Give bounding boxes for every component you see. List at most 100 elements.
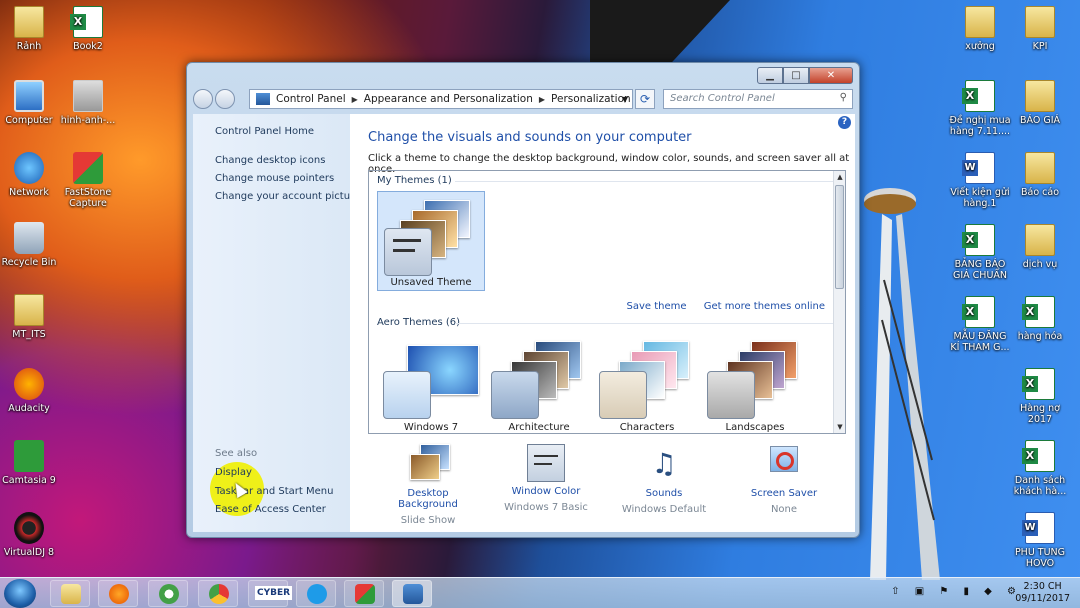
desktop-icon-item[interactable]: xưởng bbox=[948, 6, 1012, 52]
back-button[interactable] bbox=[193, 89, 213, 109]
desktop-icon-item[interactable]: PHU TUNG HOVO bbox=[1008, 512, 1072, 569]
address-bar[interactable]: Control Panel ▶ Appearance and Personali… bbox=[249, 89, 633, 109]
image-file-icon bbox=[73, 80, 103, 112]
control-panel-home-link[interactable]: Control Panel Home bbox=[215, 126, 314, 137]
desktop-icon-item[interactable]: MẪU ĐĂNG KÍ THAM G... bbox=[948, 296, 1012, 353]
change-mouse-pointers-link[interactable]: Change mouse pointers bbox=[215, 173, 334, 184]
scroll-up-icon[interactable]: ▲ bbox=[834, 173, 846, 181]
skype-icon bbox=[307, 584, 327, 604]
word-file-icon bbox=[1022, 512, 1055, 544]
theme-list-scrollbar[interactable]: ▲ ▼ bbox=[833, 171, 845, 433]
search-input[interactable]: Search Control Panel ⚲ bbox=[663, 89, 853, 109]
desktop-background-option[interactable]: Desktop Background Slide Show bbox=[378, 444, 478, 526]
save-theme-link[interactable]: Save theme bbox=[627, 301, 687, 312]
change-account-picture-link[interactable]: Change your account picture bbox=[215, 191, 360, 202]
desktop-icon-item[interactable]: Book2 bbox=[56, 6, 120, 52]
desktop-icon-item[interactable]: MT_ITS bbox=[0, 294, 61, 340]
theme-unsaved[interactable]: Unsaved Theme bbox=[377, 191, 485, 291]
clock-time: 2:30 CH bbox=[1023, 581, 1062, 592]
folder-icon bbox=[14, 294, 44, 326]
theme-windows7[interactable]: Windows 7 bbox=[377, 335, 485, 435]
cyber-taskbar-button[interactable]: CYBER bbox=[248, 580, 293, 607]
desktop-icon-item[interactable]: Audacity bbox=[0, 368, 61, 414]
display-link[interactable]: Display bbox=[215, 467, 252, 478]
desktop-icon-item[interactable]: Đề nghị mua hàng 7.11.... bbox=[948, 80, 1012, 137]
window-color-option[interactable]: Window Color Windows 7 Basic bbox=[496, 444, 596, 513]
recycle-bin-icon bbox=[14, 222, 44, 254]
start-button[interactable] bbox=[4, 579, 36, 608]
desktop-icon-item[interactable]: BẢNG BÁO GIÁ CHUẨN bbox=[948, 224, 1012, 281]
desktop-icon-item[interactable]: dịch vụ bbox=[1008, 224, 1072, 270]
scroll-down-icon[interactable]: ▼ bbox=[834, 423, 846, 431]
desktop-icon-item[interactable]: VirtualDJ 8 bbox=[0, 512, 61, 558]
desktop-icon-label: Camtasia 9 bbox=[2, 475, 56, 486]
desktop-icon-item[interactable]: Computer bbox=[0, 80, 61, 126]
scrollbar-thumb[interactable] bbox=[835, 185, 844, 289]
left-task-pane: Control Panel Home Change desktop icons … bbox=[193, 114, 360, 532]
desktop-icon-item[interactable]: Rảnh bbox=[0, 6, 61, 52]
theme-preview bbox=[705, 339, 805, 419]
chrome-taskbar-button[interactable] bbox=[198, 580, 238, 607]
desktop-icon-item[interactable]: Viết kiện gửi hàng.1 bbox=[948, 152, 1012, 209]
get-more-themes-link[interactable]: Get more themes online bbox=[704, 301, 825, 312]
search-icon[interactable]: ⚲ bbox=[840, 92, 847, 103]
desktop-icon-item[interactable]: hinh-anh-... bbox=[56, 80, 120, 126]
skype-taskbar-button[interactable] bbox=[296, 580, 336, 607]
breadcrumb-appearance[interactable]: Appearance and Personalization bbox=[364, 93, 533, 105]
desktop-icon-item[interactable]: hàng hóa bbox=[1008, 296, 1072, 342]
sounds-option[interactable]: ♫ Sounds Windows Default bbox=[614, 444, 714, 515]
folder-icon bbox=[1025, 152, 1055, 184]
theme-preview bbox=[381, 339, 481, 419]
main-content: ? Change the visuals and sounds on your … bbox=[350, 114, 855, 532]
breadcrumb-control-panel[interactable]: Control Panel bbox=[276, 93, 346, 105]
desktop-icon-item[interactable]: KPI bbox=[1008, 6, 1072, 52]
desktop-icon-item[interactable]: Hàng nợ 2017 bbox=[1008, 368, 1072, 425]
refresh-button[interactable]: ⟳ bbox=[635, 89, 655, 109]
desktop-icon-item[interactable]: BÁO GIÁ bbox=[1008, 80, 1072, 126]
sounds-icon: ♫ bbox=[651, 447, 677, 480]
theme-architecture[interactable]: Architecture bbox=[485, 335, 593, 435]
screen-saver-option[interactable]: Screen Saver None bbox=[734, 444, 834, 515]
theme-label: Characters bbox=[619, 422, 675, 433]
minimize-button[interactable]: ▁ bbox=[757, 67, 783, 84]
desktop-icon-label: BẢNG BÁO GIÁ CHUẨN bbox=[952, 259, 1008, 281]
desktop-icon-label: Danh sách khách hà... bbox=[1013, 475, 1067, 497]
change-desktop-icons-link[interactable]: Change desktop icons bbox=[215, 155, 325, 166]
desktop-icon-label: Hàng nợ 2017 bbox=[1020, 403, 1060, 425]
desktop-background-icon bbox=[406, 444, 450, 484]
desktop-icon-item[interactable]: FastStone Capture bbox=[56, 152, 120, 209]
desktop-icon-label: Audacity bbox=[8, 403, 50, 414]
theme-landscapes[interactable]: Landscapes bbox=[701, 335, 809, 435]
explorer-taskbar-button[interactable] bbox=[50, 580, 90, 607]
help-icon[interactable]: ? bbox=[838, 116, 851, 129]
close-button[interactable]: ✕ bbox=[809, 67, 853, 84]
clock[interactable]: 2:30 CH 09/11/2017 bbox=[1015, 581, 1070, 605]
desktop-icon-item[interactable]: Danh sách khách hà... bbox=[1008, 440, 1072, 497]
desktop-icon-item[interactable]: Recycle Bin bbox=[0, 222, 61, 268]
desktop-icon-item[interactable]: Network bbox=[0, 152, 61, 198]
desktop-icon-label: Computer bbox=[5, 115, 53, 126]
desktop-icon-item[interactable]: Báo cáo bbox=[1008, 152, 1072, 198]
forward-button[interactable] bbox=[215, 89, 235, 109]
theme-links: Save theme Get more themes online bbox=[613, 301, 826, 312]
theme-characters[interactable]: Characters bbox=[593, 335, 701, 435]
address-dropdown-icon[interactable]: ▼ bbox=[622, 95, 628, 104]
clock-date: 09/11/2017 bbox=[1015, 593, 1070, 604]
desktop-icon-item[interactable]: Camtasia 9 bbox=[0, 440, 61, 486]
app-taskbar-button[interactable] bbox=[148, 580, 188, 607]
word-file-icon bbox=[962, 152, 995, 184]
theme-preview bbox=[382, 196, 482, 276]
control-panel-taskbar-button[interactable] bbox=[392, 580, 432, 607]
faststone-taskbar-button[interactable] bbox=[344, 580, 384, 607]
see-also-label: See also bbox=[215, 448, 258, 459]
system-tray[interactable]: ⇧ ▣ ⚑ ▮ ◆ ⚙ bbox=[891, 586, 1022, 597]
ease-of-access-link[interactable]: Ease of Access Center bbox=[215, 504, 326, 515]
media-player-taskbar-button[interactable] bbox=[98, 580, 138, 607]
desktop-icon-label: Đề nghị mua hàng 7.11.... bbox=[949, 115, 1011, 137]
breadcrumb-personalization[interactable]: Personalization bbox=[551, 93, 631, 105]
excel-file-icon bbox=[1022, 368, 1055, 400]
excel-file-icon bbox=[962, 296, 995, 328]
divider bbox=[455, 181, 835, 182]
maximize-button[interactable]: □ bbox=[783, 67, 809, 84]
excel-file-icon bbox=[1022, 296, 1055, 328]
